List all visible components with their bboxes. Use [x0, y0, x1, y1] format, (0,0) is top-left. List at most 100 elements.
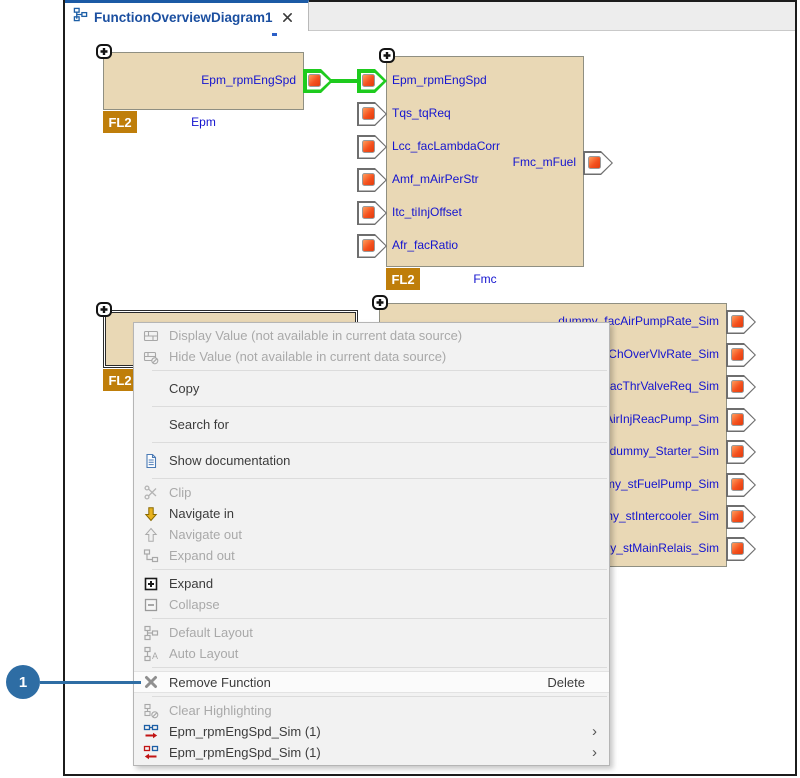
diagram-icon [73, 7, 88, 27]
collapse-icon [142, 597, 160, 613]
submenu-arrow-icon: › [592, 724, 599, 739]
expand-plus-button[interactable] [379, 48, 395, 63]
port-label: Amf_mAirPerStr [392, 172, 479, 187]
input-port[interactable] [357, 168, 387, 192]
output-port[interactable] [726, 505, 756, 529]
close-icon[interactable] [281, 11, 294, 24]
menu-separator [152, 667, 607, 668]
output-port[interactable] [583, 151, 613, 175]
menu-item-auto-layout: A Auto Layout [134, 643, 609, 664]
input-port[interactable] [357, 234, 387, 258]
expand-out-icon [142, 548, 160, 564]
menu-separator [152, 618, 607, 619]
display-value-icon [142, 328, 160, 344]
port-label: Itc_tiInjOffset [392, 205, 462, 220]
menu-item-label: Clip [169, 485, 191, 500]
tab-bar: FunctionOverviewDiagram1 [65, 0, 795, 31]
clear-highlighting-icon [142, 703, 160, 719]
menu-item-clip: Clip [134, 482, 609, 503]
menu-item-label: Navigate in [169, 506, 234, 521]
document-icon [142, 453, 160, 469]
port-square [362, 107, 375, 120]
port-square [731, 542, 744, 555]
input-port[interactable] [357, 201, 387, 225]
menu-item-label: Navigate out [169, 527, 242, 542]
menu-item-remove-function[interactable]: Remove FunctionDelete [134, 671, 609, 693]
menu-item-default-layout: Default Layout [134, 622, 609, 643]
input-port[interactable] [357, 69, 387, 93]
menu-item-label: Default Layout [169, 625, 253, 640]
port-square [731, 510, 744, 523]
menu-item-expand[interactable]: Expand [134, 573, 609, 594]
no-icon [142, 381, 160, 397]
menu-item-label: Search for [169, 417, 229, 432]
output-port[interactable] [303, 69, 333, 93]
hide-value-icon [142, 349, 160, 365]
menu-separator [152, 696, 607, 697]
callout-number: 1 [19, 674, 27, 691]
port-square [731, 445, 744, 458]
port-square [308, 74, 321, 87]
tab-function-overview-diagram[interactable]: FunctionOverviewDiagram1 [65, 0, 309, 31]
menu-item-label: Collapse [169, 597, 220, 612]
navigate-out-icon [142, 527, 160, 543]
menu-item-show-documentation[interactable]: Show documentation [134, 446, 609, 475]
output-port[interactable] [726, 343, 756, 367]
input-port[interactable] [357, 135, 387, 159]
port-label: Afr_facRatio [392, 238, 458, 253]
scissors-icon [142, 485, 160, 501]
port-label: Lcc_facLambdaCorr [392, 139, 500, 154]
port-square [362, 74, 375, 87]
expand-plus-button[interactable] [96, 302, 112, 317]
diagram-canvas[interactable]: Epm_rpmEngSpdFL2EpmEpm_rpmEngSpdTqs_tqRe… [65, 31, 795, 774]
expand-plus-button[interactable] [372, 295, 388, 310]
callout-badge: 1 [6, 665, 40, 699]
port-square [731, 380, 744, 393]
menu-item-label: Epm_rpmEngSpd_Sim (1) [169, 745, 321, 760]
menu-item-display-value: Display Value (not available in current … [134, 325, 609, 346]
callout-line [40, 681, 141, 684]
port-label: Epm_rpmEngSpd [107, 73, 296, 88]
menu-item-label: Epm_rpmEngSpd_Sim (1) [169, 724, 321, 739]
port-square [731, 478, 744, 491]
output-port[interactable] [726, 408, 756, 432]
menu-item-highlight-targets[interactable]: Epm_rpmEngSpd_Sim (1)› [134, 742, 609, 763]
output-port[interactable] [726, 473, 756, 497]
menu-item-search-for[interactable]: Search for [134, 410, 609, 439]
menu-item-clear-highlighting: Clear Highlighting [134, 700, 609, 721]
menu-item-hide-value: Hide Value (not available in current dat… [134, 346, 609, 367]
menu-separator [152, 406, 607, 407]
svg-text:A: A [152, 651, 158, 661]
menu-item-highlight-sources[interactable]: Epm_rpmEngSpd_Sim (1) › [134, 721, 609, 742]
port-label: Fmc_mFuel [390, 155, 576, 170]
menu-item-label: Display Value (not available in current … [169, 328, 462, 343]
no-icon [142, 417, 160, 433]
port-square [362, 206, 375, 219]
menu-item-expand-out: Expand out [134, 545, 609, 566]
menu-item-copy[interactable]: Copy [134, 374, 609, 403]
output-port[interactable] [726, 310, 756, 334]
port-square [362, 140, 375, 153]
block-name-label: Epm [103, 115, 304, 129]
menu-separator [152, 442, 607, 443]
port-square [362, 239, 375, 252]
context-menu: Display Value (not available in current … [133, 322, 610, 766]
port-square [731, 315, 744, 328]
output-port[interactable] [726, 440, 756, 464]
menu-item-navigate-out: Navigate out [134, 524, 609, 545]
menu-item-label: Auto Layout [169, 646, 238, 661]
menu-item-label: Show documentation [169, 453, 290, 468]
expand-plus-button[interactable] [96, 44, 112, 59]
menu-separator [152, 370, 607, 371]
selection-marker [272, 33, 277, 36]
input-port[interactable] [357, 102, 387, 126]
output-port[interactable] [726, 537, 756, 561]
port-square [362, 173, 375, 186]
menu-item-navigate-in[interactable]: Navigate in [134, 503, 609, 524]
port-label: Tqs_tqReq [392, 106, 451, 121]
menu-shortcut: Delete [547, 675, 599, 690]
menu-item-label: Copy [169, 381, 199, 396]
port-square [588, 156, 601, 169]
port-square [731, 413, 744, 426]
output-port[interactable] [726, 375, 756, 399]
